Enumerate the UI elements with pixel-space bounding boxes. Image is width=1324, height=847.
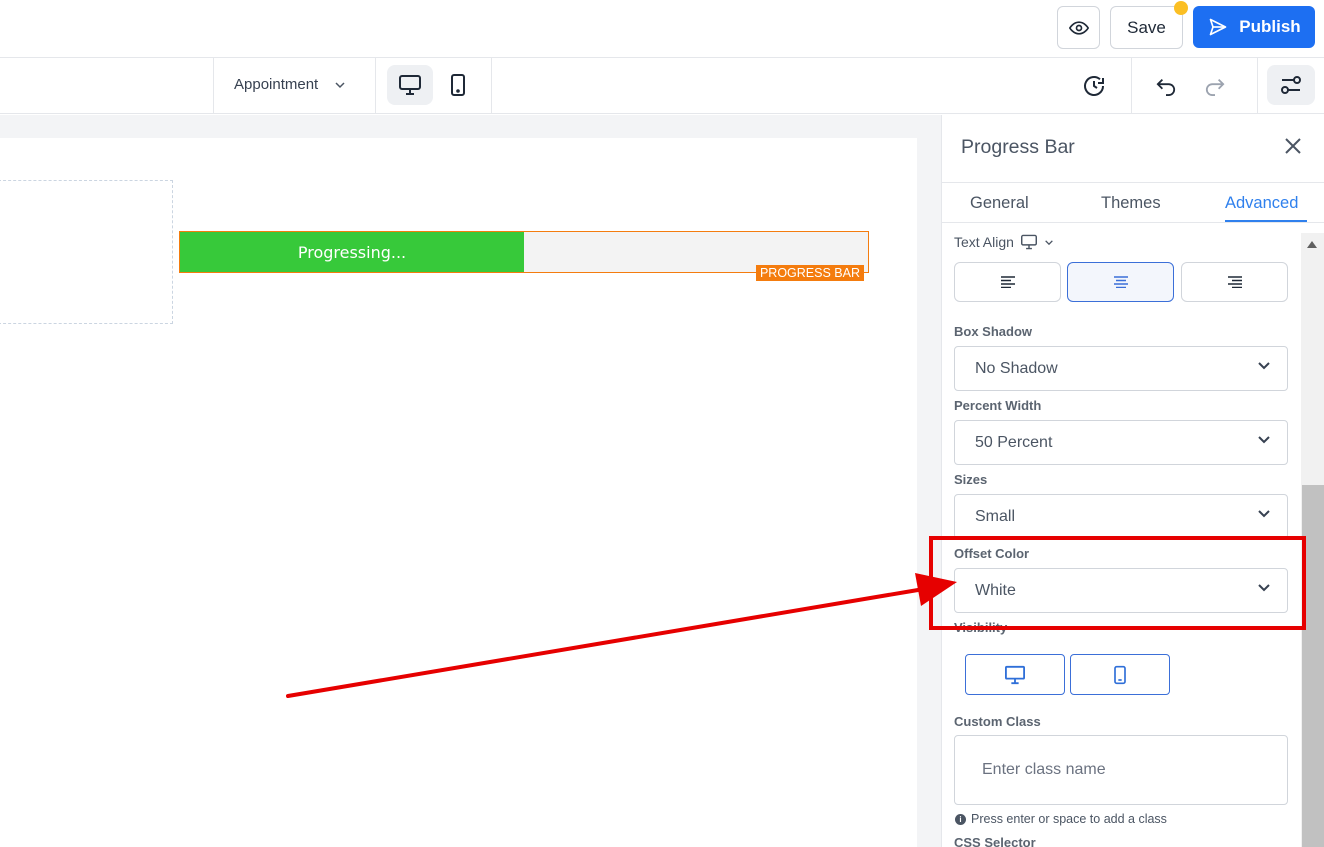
progress-bar-element[interactable]: Progressing... PROGRESS BAR	[179, 231, 869, 281]
progress-bar-fill: Progressing...	[180, 232, 524, 272]
percent-width-label: Percent Width	[954, 398, 1042, 413]
editor-canvas: Progressing... PROGRESS BAR	[0, 115, 941, 847]
custom-class-hint-text: Press enter or space to add a class	[971, 812, 1167, 826]
tab-general[interactable]: General	[970, 194, 1029, 213]
desktop-view-button[interactable]	[387, 65, 433, 105]
preview-button[interactable]	[1057, 6, 1100, 49]
progress-bar-text: Progressing...	[297, 242, 407, 262]
eye-icon	[1068, 20, 1089, 35]
box-shadow-select[interactable]: No Shadow	[954, 346, 1288, 391]
visibility-desktop-toggle[interactable]	[965, 654, 1065, 695]
redo-icon	[1205, 78, 1225, 96]
percent-width-value: 50 Percent	[975, 433, 1053, 451]
redo-button[interactable]	[1201, 72, 1229, 100]
desktop-icon	[399, 75, 421, 95]
align-left-button[interactable]	[954, 262, 1061, 302]
mobile-icon	[451, 74, 465, 96]
element-type-tag: PROGRESS BAR	[755, 265, 864, 281]
box-shadow-label: Box Shadow	[954, 324, 1033, 339]
page-select[interactable]: Appointment	[234, 76, 346, 93]
align-right-icon	[1227, 276, 1242, 288]
canvas-page: Progressing... PROGRESS BAR	[0, 138, 917, 847]
align-center-button[interactable]	[1067, 262, 1174, 302]
desktop-icon	[1005, 665, 1025, 684]
toolbar-divider	[1257, 58, 1258, 114]
toolbar-divider	[375, 58, 376, 114]
editor-toolbar: Appointment	[0, 58, 1324, 114]
toolbar-divider	[491, 58, 492, 114]
annotation-highlight-box	[929, 536, 1306, 630]
settings-panel: Progress Bar General Themes Advanced Tex…	[941, 115, 1324, 847]
visibility-mobile-toggle[interactable]	[1070, 654, 1170, 695]
sliders-icon	[1281, 76, 1301, 94]
custom-class-input[interactable]: Enter class name	[954, 735, 1288, 805]
custom-class-hint: i Press enter or space to add a class	[955, 812, 1167, 826]
close-icon[interactable]	[1282, 135, 1304, 157]
align-center-icon	[1113, 276, 1128, 288]
undo-icon	[1156, 78, 1176, 96]
unsaved-indicator-dot	[1174, 1, 1188, 15]
send-icon	[1209, 18, 1227, 36]
undo-button[interactable]	[1152, 72, 1180, 100]
chevron-down-icon	[1258, 510, 1270, 518]
history-icon	[1084, 76, 1104, 96]
save-button[interactable]: Save	[1110, 6, 1183, 49]
text-align-label-row: Text Align	[954, 234, 1054, 250]
css-selector-label: CSS Selector	[954, 835, 1036, 847]
chevron-down-icon[interactable]	[1044, 239, 1054, 246]
panel-title: Progress Bar	[961, 136, 1075, 158]
chevron-down-icon	[335, 81, 345, 88]
tab-themes[interactable]: Themes	[1101, 194, 1161, 213]
publish-button[interactable]: Publish	[1193, 6, 1315, 48]
top-bar: Save Publish	[0, 0, 1324, 58]
settings-panel-button[interactable]	[1267, 65, 1315, 105]
scroll-up-arrow-icon[interactable]	[1307, 241, 1317, 248]
page-select-label: Appointment	[234, 76, 319, 93]
align-left-icon	[1000, 276, 1015, 288]
panel-tabs: General Themes Advanced	[942, 182, 1324, 223]
sizes-value: Small	[975, 507, 1016, 525]
percent-width-select[interactable]: 50 Percent	[954, 420, 1288, 465]
toolbar-divider	[213, 58, 214, 114]
chevron-down-icon	[1258, 362, 1270, 370]
custom-class-label: Custom Class	[954, 714, 1041, 729]
desktop-icon[interactable]	[1020, 234, 1038, 250]
sizes-select[interactable]: Small	[954, 494, 1288, 539]
publish-label: Publish	[1239, 17, 1301, 36]
text-align-label: Text Align	[954, 234, 1014, 250]
box-shadow-value: No Shadow	[975, 359, 1058, 377]
history-button[interactable]	[1080, 72, 1108, 100]
toolbar-divider	[1131, 58, 1132, 114]
mobile-view-button[interactable]	[435, 65, 481, 105]
info-icon: i	[955, 813, 966, 825]
active-tab-indicator	[1225, 220, 1307, 222]
chevron-down-icon	[1258, 436, 1270, 444]
sizes-label: Sizes	[954, 472, 988, 487]
align-right-button[interactable]	[1181, 262, 1288, 302]
mobile-icon	[1114, 665, 1126, 684]
tab-advanced[interactable]: Advanced	[1225, 194, 1298, 213]
empty-column-placeholder[interactable]	[0, 180, 173, 324]
